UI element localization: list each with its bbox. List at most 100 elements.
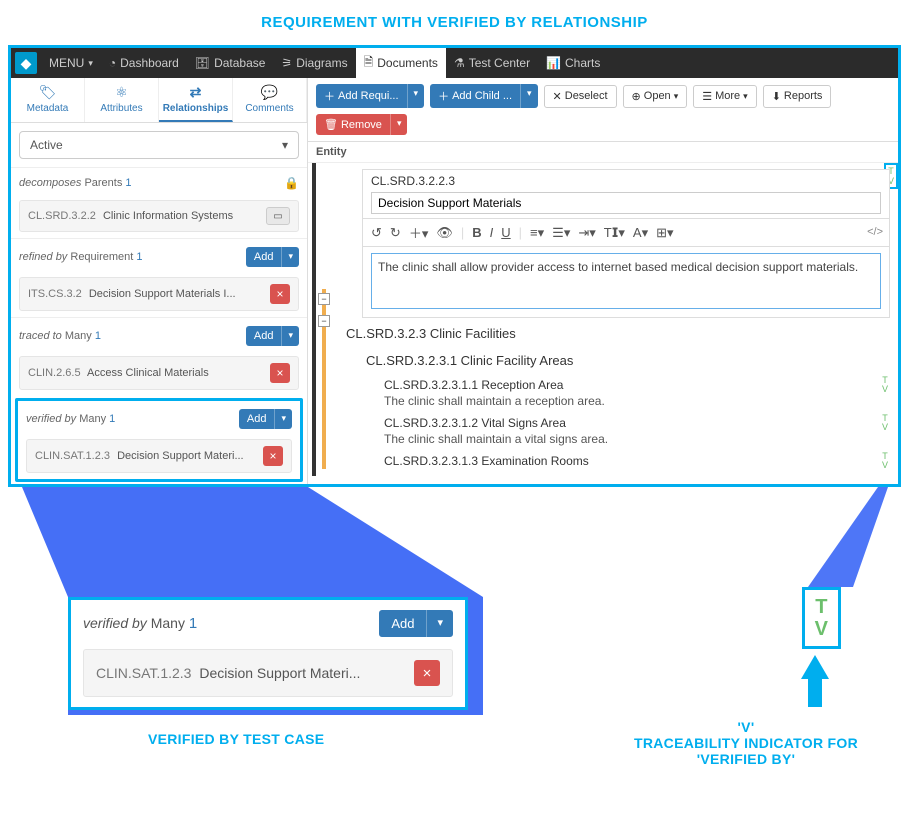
font-color-icon[interactable]: A▾ (633, 225, 648, 241)
add-traced-button[interactable]: Add (246, 326, 282, 346)
table-icon[interactable]: ⊞▾ (656, 225, 673, 241)
undo-icon[interactable]: ↺ (371, 225, 382, 241)
left-panel: 🏷Metadata ⚛Attributes ⇄Relationships 💬Co… (11, 78, 308, 484)
goto-button[interactable]: ▭ (266, 207, 290, 225)
more-button[interactable]: ☰ More ▾ (693, 85, 756, 108)
collapse-toggle-2[interactable]: − (318, 315, 330, 327)
deselect-button[interactable]: ✕ Deselect (544, 85, 617, 108)
menu-database[interactable]: 🗄Database (187, 48, 274, 78)
requirement-id: CL.SRD.3.2.2.3 (363, 170, 889, 192)
menu-documents[interactable]: 🗎Documents (356, 48, 446, 78)
section-clinic-facilities[interactable]: CL.SRD.3.2.3 Clinic Facilities (338, 320, 890, 347)
enlarged-tv-indicator: T V (802, 587, 841, 649)
text-size-icon[interactable]: T𝗜▾ (604, 225, 625, 241)
right-panel: ＋ Add Requi... ▾ ＋ Add Child ... ▾ ✕ Des… (308, 78, 898, 484)
tv-indicator: TV (882, 452, 888, 470)
callout-verified-label: VERIFIED BY TEST CASE (148, 731, 324, 747)
enlarged-delete-button[interactable]: × (414, 660, 440, 686)
menu-charts[interactable]: 📊Charts (538, 48, 608, 78)
subreq-reception[interactable]: TV CL.SRD.3.2.3.1.1 Reception Area The c… (338, 374, 890, 412)
delete-refined-button[interactable]: × (270, 284, 290, 304)
menu-dashboard[interactable]: ◔Dashboard (101, 48, 187, 78)
tab-metadata[interactable]: 🏷Metadata (11, 78, 85, 122)
open-icon: ⊕ (632, 90, 641, 103)
list-bullet-icon[interactable]: ☰▾ (552, 225, 570, 241)
app-logo[interactable]: ◆ (15, 52, 37, 74)
code-view-icon[interactable]: </> (867, 226, 883, 238)
trash-icon: 🗑 (324, 118, 338, 131)
rel-item-traced[interactable]: CLIN.2.6.5 Access Clinical Materials × (19, 356, 299, 390)
plus-icon: ＋ (324, 88, 335, 104)
enlarged-add-button[interactable]: Add (379, 610, 426, 637)
tab-attributes[interactable]: ⚛Attributes (85, 78, 159, 122)
x-icon: ✕ (553, 90, 562, 103)
enlarged-add-caret[interactable]: ▾ (426, 610, 453, 637)
requirement-text-editor[interactable]: The clinic shall allow provider access t… (371, 253, 881, 309)
plus-icon: ＋ (438, 88, 449, 104)
add-verified-button[interactable]: Add (239, 409, 275, 429)
delete-verified-button[interactable]: × (263, 446, 283, 466)
arrow-stem (808, 677, 822, 707)
collapse-toggle-1[interactable]: − (318, 293, 330, 305)
arrow-up-icon (801, 655, 829, 679)
add-icon[interactable]: ＋▾ (409, 223, 429, 242)
add-child-caret[interactable]: ▾ (520, 84, 538, 108)
chart-icon: 📊 (546, 56, 561, 70)
lock-icon: 🔒 (284, 176, 299, 190)
enlarged-verified-box: verified by Many 1 Add ▾ CLIN.SAT.1.2.3 … (68, 597, 468, 710)
section-facility-areas[interactable]: CL.SRD.3.2.3.1 Clinic Facility Areas (338, 347, 890, 374)
open-button[interactable]: ⊕ Open ▾ (623, 85, 688, 108)
add-requirement-caret[interactable]: ▾ (407, 84, 425, 108)
menu-diagrams[interactable]: ⚞Diagrams (273, 48, 355, 78)
filter-label: Active (30, 138, 63, 152)
remove-caret[interactable]: ▾ (390, 114, 408, 135)
tv-indicator: TV (882, 414, 888, 432)
tab-relationships[interactable]: ⇄Relationships (159, 78, 233, 122)
add-requirement-button[interactable]: ＋ Add Requi... (316, 84, 407, 108)
attributes-icon: ⚛ (87, 84, 156, 101)
bold-icon[interactable]: B (472, 225, 481, 240)
flask-icon: ⚗ (454, 56, 465, 70)
doc-toolbar: ＋ Add Requi... ▾ ＋ Add Child ... ▾ ✕ Des… (308, 78, 898, 142)
filter-dropdown[interactable]: Active ▾ (19, 131, 299, 159)
subreq-vital-signs[interactable]: TV CL.SRD.3.2.3.1.2 Vital Signs Area The… (338, 412, 890, 450)
reports-button[interactable]: ⬇ Reports (763, 85, 832, 108)
diagram-icon: ⚞ (281, 56, 292, 70)
callout-area: verified by Many 1 Add ▾ CLIN.SAT.1.2.3 … (8, 487, 901, 837)
subreq-exam-rooms[interactable]: TV CL.SRD.3.2.3.1.3 Examination Rooms (338, 450, 890, 472)
relationships-icon: ⇄ (161, 84, 230, 101)
rel-item-decomposes[interactable]: CL.SRD.3.2.2 Clinic Information Systems … (19, 200, 299, 232)
annotation-main-title: REQUIREMENT WITH VERIFIED BY RELATIONSHI… (0, 0, 909, 45)
italic-icon[interactable]: I (490, 225, 494, 240)
add-traced-caret[interactable]: ▾ (281, 326, 299, 346)
redo-icon[interactable]: ↻ (390, 225, 401, 241)
enlarged-rel-item[interactable]: CLIN.SAT.1.2.3 Decision Support Materi..… (83, 649, 453, 697)
add-refined-button[interactable]: Add (246, 247, 282, 267)
tab-comments[interactable]: 💬Comments (233, 78, 307, 122)
tag-icon: 🏷 (13, 84, 82, 101)
rel-decomposes: decomposes Parents 1 🔒 CL.SRD.3.2.2 Clin… (11, 167, 307, 238)
add-child-button[interactable]: ＋ Add Child ... (430, 84, 520, 108)
underline-icon[interactable]: U (501, 225, 510, 240)
add-verified-caret[interactable]: ▾ (274, 409, 292, 429)
add-refined-caret[interactable]: ▾ (281, 247, 299, 267)
align-icon[interactable]: ≡▾ (530, 225, 544, 241)
requirement-title-input[interactable] (371, 192, 881, 214)
delete-traced-button[interactable]: × (270, 363, 290, 383)
rel-refined: refined by Requirement 1 Add ▾ ITS.CS.3.… (11, 238, 307, 317)
rich-text-toolbar: ↺ ↻ ＋▾ 👁 | B I U | ≡▾ ☰▾ ⇥▾ T𝗜 (363, 218, 889, 247)
view-icon[interactable]: 👁 (436, 225, 453, 241)
entity-column-header: Entity (308, 142, 898, 163)
list-icon: ☰ (702, 90, 712, 103)
menu-dropdown[interactable]: MENU ▾ (41, 48, 101, 78)
menu-test-center[interactable]: ⚗Test Center (446, 48, 538, 78)
outline-gutter: − − (308, 163, 338, 476)
app-window: ◆ MENU ▾ ◔Dashboard 🗄Database ⚞Diagrams … (8, 45, 901, 487)
rel-item-refined[interactable]: ITS.CS.3.2 Decision Support Materials I.… (19, 277, 299, 311)
download-icon: ⬇ (772, 90, 781, 103)
comments-icon: 💬 (235, 84, 304, 101)
rel-traced: traced to Many 1 Add ▾ CLIN.2.6.5 Access… (11, 317, 307, 396)
remove-button[interactable]: 🗑 Remove (316, 114, 390, 135)
rel-item-verified[interactable]: CLIN.SAT.1.2.3 Decision Support Materi..… (26, 439, 292, 473)
indent-icon[interactable]: ⇥▾ (578, 225, 595, 241)
